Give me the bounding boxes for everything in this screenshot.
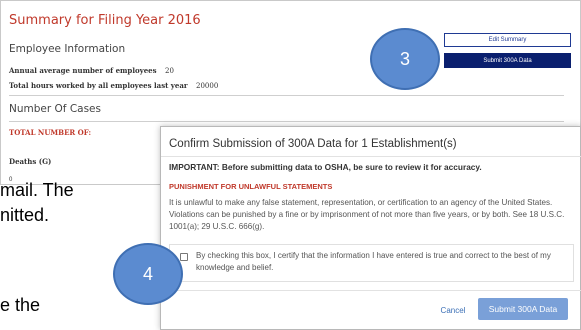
- modal-divider: [161, 156, 581, 157]
- certify-text: By checking this box, I certify that the…: [196, 251, 551, 272]
- certify-box: By checking this box, I certify that the…: [169, 244, 574, 282]
- cases-heading: Number Of Cases: [9, 103, 101, 115]
- total-number-label: TOTAL NUMBER OF:: [9, 128, 92, 137]
- modal-title: Confirm Submission of 300A Data for 1 Es…: [169, 138, 457, 150]
- step-3-callout: 3: [370, 28, 440, 90]
- total-hours-label: Total hours worked by all employees last…: [9, 81, 188, 90]
- cancel-button[interactable]: Cancel: [433, 300, 473, 320]
- avg-employees-row: Annual average number of employees 20: [9, 66, 174, 75]
- confirm-submit-button[interactable]: Submit 300A Data: [478, 298, 568, 320]
- total-hours-row: Total hours worked by all employees last…: [9, 81, 218, 90]
- document-text-line: mail. The: [0, 180, 74, 200]
- divider: [9, 95, 564, 96]
- avg-employees-label: Annual average number of employees: [9, 66, 157, 75]
- edit-summary-button[interactable]: Edit Summary: [444, 33, 571, 47]
- deaths-label: Deaths (G): [9, 157, 52, 166]
- confirm-submission-modal: Confirm Submission of 300A Data for 1 Es…: [160, 126, 581, 330]
- total-hours-value: 20000: [196, 82, 219, 90]
- step-4-callout: 4: [113, 243, 183, 305]
- punishment-heading: PUNISHMENT FOR UNLAWFUL STATEMENTS: [169, 182, 333, 191]
- document-text-line: e the: [0, 295, 41, 315]
- punishment-text: It is unlawful to make any false stateme…: [169, 198, 565, 232]
- divider: [9, 121, 564, 122]
- important-notice: IMPORTANT: Before submitting data to OSH…: [169, 162, 482, 172]
- avg-employees-value: 20: [165, 67, 174, 75]
- document-text-line: nitted.: [0, 205, 50, 225]
- modal-divider: [161, 290, 581, 291]
- summary-title: Summary for Filing Year 2016: [9, 13, 201, 28]
- submit-300a-button[interactable]: Submit 300A Data: [444, 53, 571, 68]
- certify-checkbox[interactable]: [180, 253, 188, 261]
- employee-info-heading: Employee Information: [9, 43, 126, 55]
